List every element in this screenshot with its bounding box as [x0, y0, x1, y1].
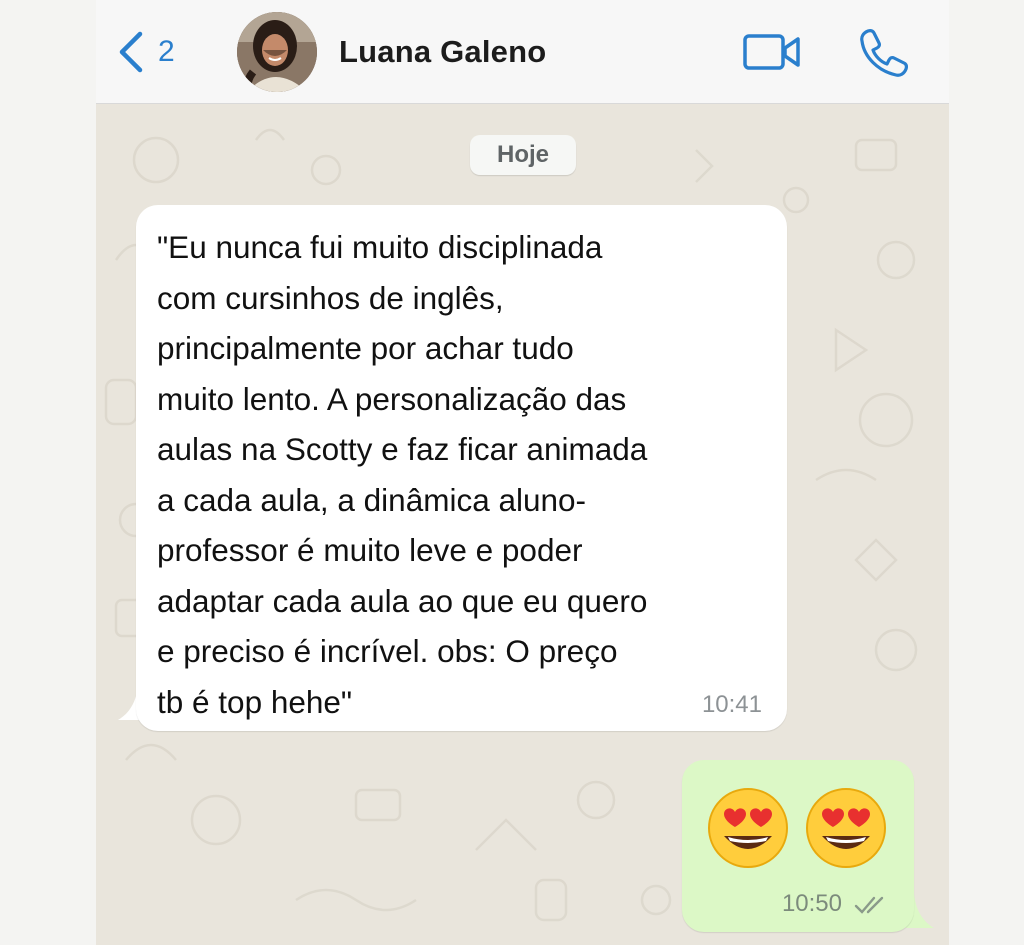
incoming-message-bubble[interactable]: "Eu nunca fui muito disciplinada com cur…: [136, 205, 787, 731]
heart-eyes-emoji: [708, 788, 788, 868]
outgoing-message-bubble[interactable]: 10:50: [682, 760, 914, 932]
avatar[interactable]: [237, 12, 317, 92]
heart-eyes-emoji: [806, 788, 886, 868]
back-button[interactable]: 2: [116, 30, 175, 74]
message-text: "Eu nunca fui muito disciplinada com cur…: [157, 229, 648, 720]
message-timestamp: 10:41: [701, 691, 762, 718]
phone-icon: [860, 29, 908, 77]
unread-count: 2: [158, 35, 175, 68]
message-timestamp: 10:50: [781, 890, 842, 917]
video-camera-icon: [743, 34, 800, 70]
voice-call-button[interactable]: [856, 26, 908, 83]
double-check-icon: [854, 896, 884, 914]
chat-window: 2 Luana Galeno Hoje "Eu nunca fui muito …: [96, 0, 949, 945]
contact-name[interactable]: Luana Galeno: [339, 34, 546, 70]
date-separator: Hoje: [470, 135, 576, 175]
chat-header: 2 Luana Galeno: [96, 0, 949, 104]
chevron-left-icon: [119, 31, 143, 73]
emoji-row: [706, 786, 888, 870]
contact-photo: [237, 12, 317, 92]
video-call-button[interactable]: [742, 32, 802, 77]
